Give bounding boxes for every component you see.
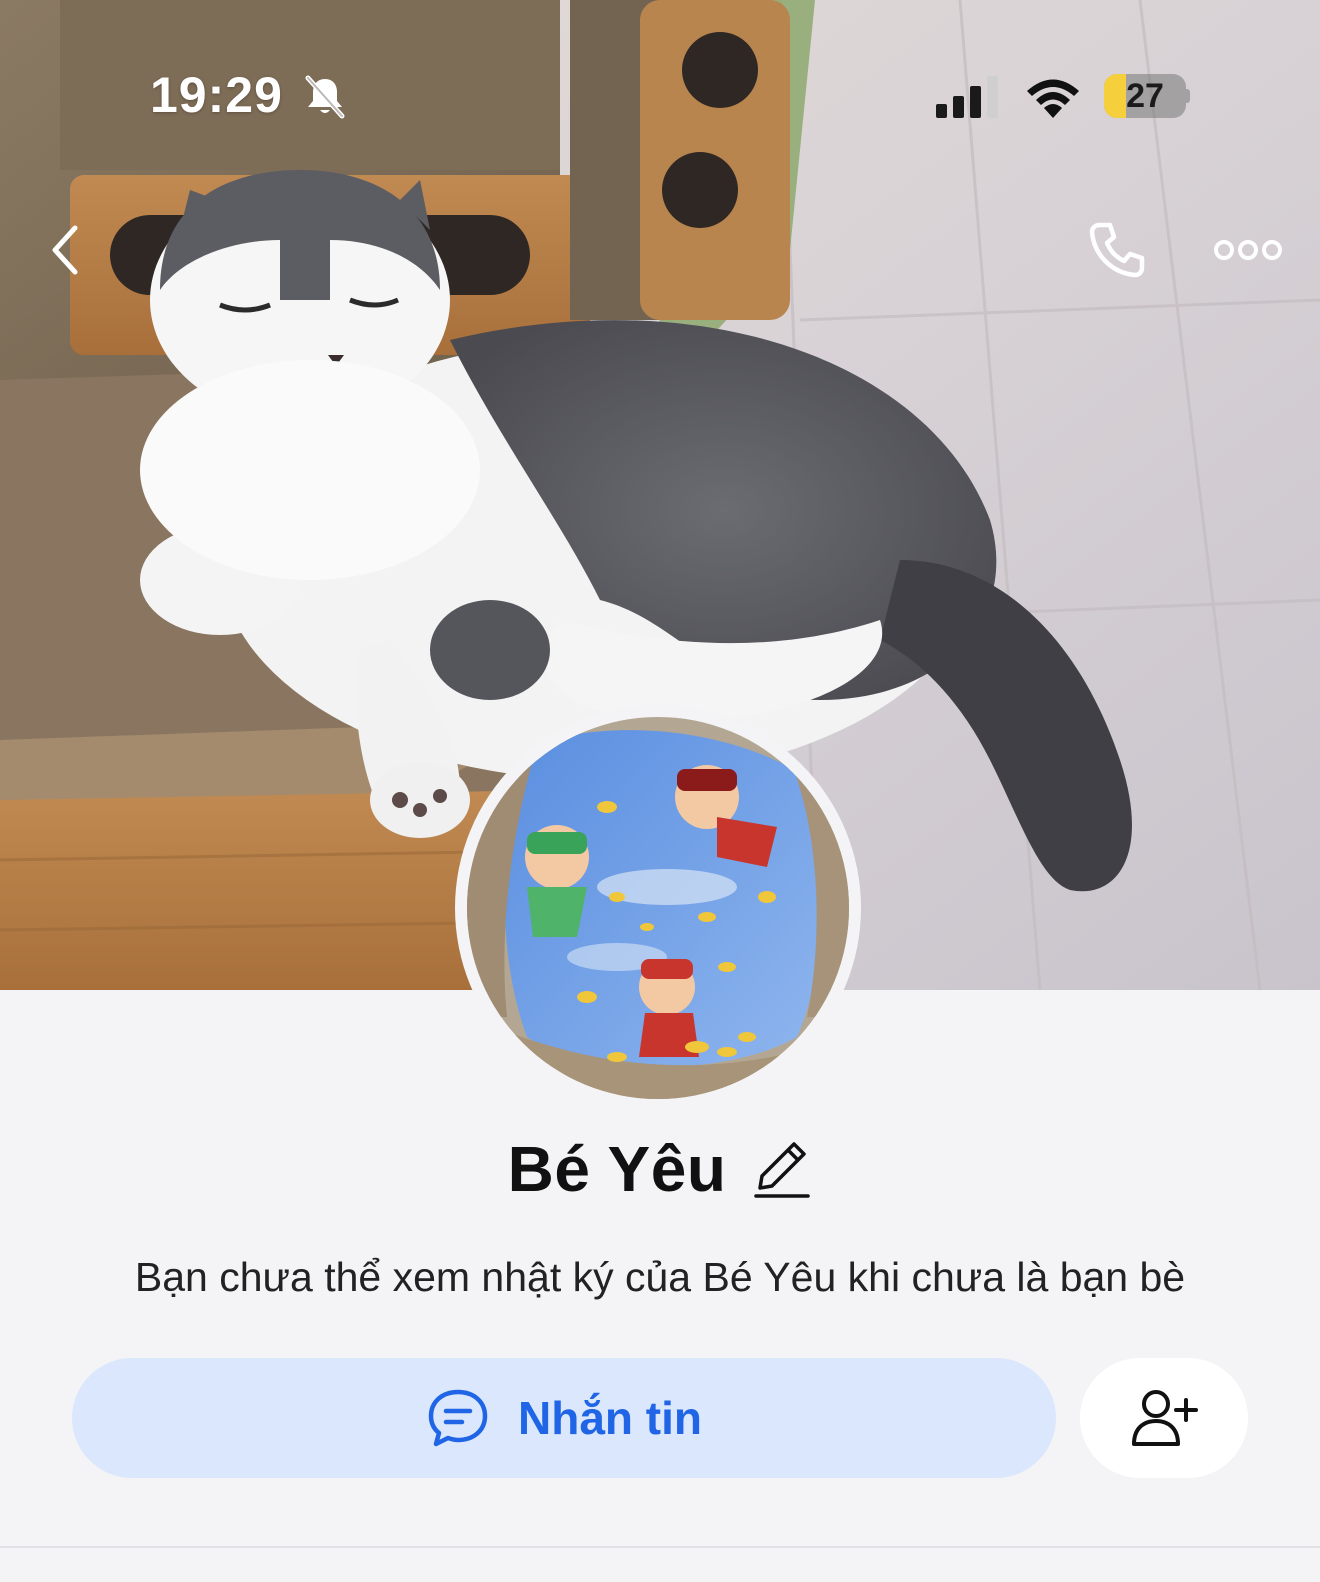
add-friend-button[interactable] — [1080, 1358, 1248, 1478]
avatar-image — [467, 717, 849, 1099]
chevron-left-icon — [52, 225, 78, 275]
battery-cap — [1186, 89, 1190, 103]
profile-screen: 19:29 27 Bé Yêu Bạn chưa thể xem nhật ký… — [0, 0, 1320, 1582]
message-label: Nhắn tin — [518, 1392, 702, 1444]
edit-name-button[interactable] — [752, 1136, 812, 1202]
profile-name: Bé Yêu — [507, 1133, 727, 1205]
back-button[interactable] — [30, 215, 100, 285]
battery-level-text: 27 — [1126, 77, 1164, 115]
message-button[interactable]: Nhắn tin — [72, 1358, 1056, 1478]
cellular-signal-icon — [936, 76, 1000, 123]
battery-indicator: 27 — [1104, 74, 1190, 118]
god-of-wealth-avatar-illustration — [467, 717, 849, 1099]
bottom-area — [0, 1548, 1320, 1582]
profile-name-row: Bé Yêu — [0, 1132, 1320, 1206]
chat-bubble-icon — [428, 1389, 488, 1447]
status-bar: 19:29 27 — [0, 60, 1320, 130]
bell-muted-icon — [302, 74, 348, 125]
phone-icon — [1089, 222, 1145, 278]
more-dots-icon — [1214, 240, 1282, 260]
more-options-button[interactable] — [1208, 225, 1288, 275]
wifi-icon — [1024, 74, 1082, 123]
pencil-icon — [754, 1142, 811, 1198]
profile-avatar[interactable] — [455, 705, 861, 1111]
status-time: 19:29 — [150, 67, 283, 123]
call-button[interactable] — [1082, 215, 1152, 285]
add-user-icon — [1132, 1390, 1198, 1446]
diary-notice: Bạn chưa thể xem nhật ký của Bé Yêu khi … — [134, 1254, 1186, 1300]
